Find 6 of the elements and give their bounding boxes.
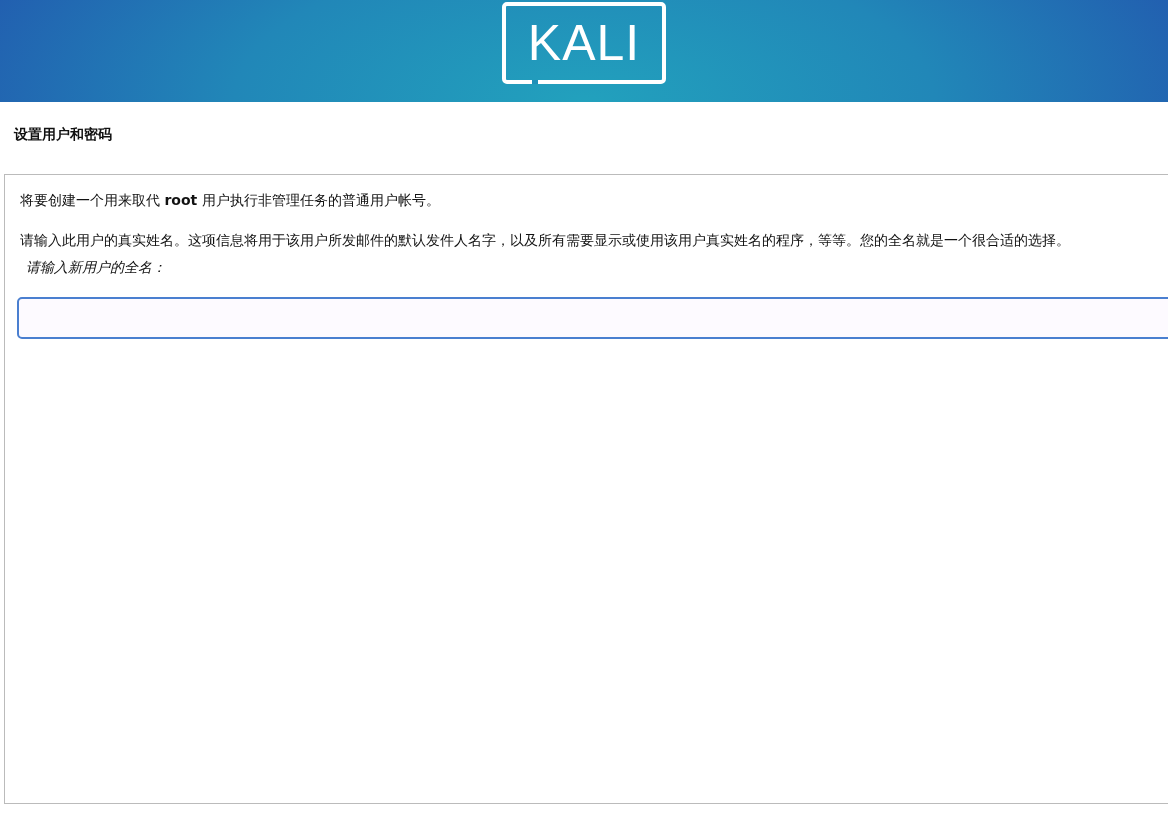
paragraph: 请输入此用户的真实姓名。这项信息将用于该用户所发邮件的默认发件人名字，以及所有需要显示或使用该用户真实姓名的程序，等等。您的全名就是一个很合适的选择。 xyxy=(20,231,1071,250)
logo: KALI xyxy=(502,2,666,84)
field-label: 请输入新用户的全名： xyxy=(26,259,167,277)
paragraph: 将要创建一个用来取代 root 用户执行非管理任务的普通用户帐号。 xyxy=(20,191,441,210)
input-field[interactable] xyxy=(17,297,1168,339)
page-title: 设置用户和密码 xyxy=(14,126,113,144)
